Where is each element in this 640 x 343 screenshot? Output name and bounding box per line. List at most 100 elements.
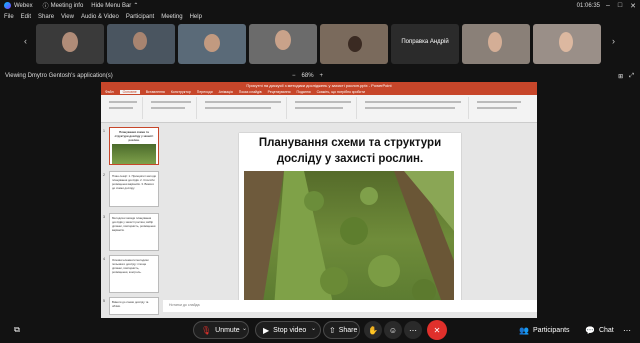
slide-number: 2: [103, 173, 105, 177]
fullscreen-icon[interactable]: ⤢: [629, 73, 634, 80]
more-panels-icon[interactable]: ⋯: [618, 321, 636, 339]
video-options-chevron-icon[interactable]: ⌄: [311, 325, 316, 332]
participant-video[interactable]: [249, 24, 317, 64]
ppt-tell-me[interactable]: Скажіть, що потрібно зробити: [317, 90, 365, 94]
participants-icon: 👥: [519, 325, 529, 335]
ppt-tab[interactable]: Показ слайдів: [239, 90, 262, 94]
more-options-icon[interactable]: ⋯: [404, 321, 422, 339]
slide-thumbnail[interactable]: Основні елементи методики польового досл…: [109, 255, 159, 293]
ribbon-control: [477, 101, 521, 103]
minimize-icon[interactable]: –: [606, 2, 610, 10]
chat-button[interactable]: 💬 Chat: [578, 321, 614, 339]
menu-participant[interactable]: Participant: [126, 14, 154, 24]
zoom-level[interactable]: 68%: [302, 73, 314, 79]
menu-edit[interactable]: Edit: [21, 14, 31, 24]
thumb-next-icon[interactable]: ›: [612, 36, 615, 46]
field-photo: [244, 171, 454, 308]
participant-face: [62, 32, 78, 52]
ppt-tab[interactable]: Переходи: [197, 90, 213, 94]
ribbon-control: [151, 101, 191, 103]
ppt-tab[interactable]: Анімація: [219, 90, 233, 94]
slide-thumbnail[interactable]: План лекції: 1. Принципи і методи планув…: [109, 171, 159, 207]
menu-audio-video[interactable]: Audio & Video: [81, 14, 119, 24]
menu-meeting[interactable]: Meeting: [161, 14, 182, 24]
ribbon-control: [109, 101, 137, 103]
reactions-icon[interactable]: ☺: [384, 321, 402, 339]
participant-face: [488, 32, 502, 52]
slide-notes[interactable]: Нотатки до слайда: [163, 300, 537, 312]
ribbon-control: [477, 107, 517, 109]
menu-bar: File Edit Share View Audio & Video Parti…: [0, 14, 640, 24]
menu-view[interactable]: View: [61, 14, 74, 24]
participant-video[interactable]: [36, 24, 104, 64]
share-button[interactable]: ⇧ Share: [323, 321, 360, 339]
end-call-icon[interactable]: ✕: [427, 320, 447, 340]
chevron-up-icon: ⌃: [133, 3, 139, 9]
participant-video[interactable]: [320, 24, 388, 64]
participant-video[interactable]: [178, 24, 246, 64]
meeting-info-button[interactable]: ⓘ Meeting info: [42, 1, 84, 11]
slide-thumbnails-panel: 1 Планування схеми та структури досліду …: [101, 123, 163, 318]
ribbon-control: [205, 101, 281, 103]
window-controls: – □ ✕: [606, 2, 636, 10]
slide-title: Планування схеми та структури досліду у …: [258, 137, 442, 165]
share-screen-icon: ⇧: [329, 325, 336, 335]
title-bar: Webex ⓘ Meeting info Hide Menu Bar ⌃ 01:…: [0, 0, 640, 11]
unmute-button[interactable]: 🎙 Unmute: [193, 321, 249, 339]
meeting-timer: 01:06:35: [576, 2, 600, 9]
current-slide[interactable]: Планування схеми та структури досліду у …: [239, 133, 461, 308]
maximize-icon[interactable]: □: [618, 2, 622, 10]
mic-muted-icon: 🎙: [201, 325, 212, 335]
zoom-in-icon[interactable]: +: [320, 73, 324, 79]
participant-strip: Поправка Андрій: [36, 24, 601, 64]
ppt-tab[interactable]: Конструктор: [171, 90, 191, 94]
audio-options-chevron-icon[interactable]: ⌄: [242, 325, 247, 332]
participant-video[interactable]: [462, 24, 530, 64]
share-view-bar: Viewing Dmytro Gentosh's application(s) …: [0, 70, 640, 82]
raise-hand-icon[interactable]: ✋: [364, 321, 382, 339]
participant-video[interactable]: [533, 24, 601, 64]
ppt-tab[interactable]: Рецензування: [268, 90, 291, 94]
menu-help[interactable]: Help: [190, 14, 202, 24]
hide-menu-bar-button[interactable]: Hide Menu Bar ⌃: [91, 2, 139, 10]
ppt-tab[interactable]: Файл: [105, 90, 114, 94]
chat-bubble-icon: 💬: [585, 325, 595, 335]
ribbon-control: [365, 101, 461, 103]
participant-face: [348, 36, 362, 52]
slide-thumbnail[interactable]: Методичні засади планування дослідів у з…: [109, 213, 159, 251]
app-name: Webex: [14, 2, 33, 9]
ribbon-control: [205, 107, 271, 109]
menu-share[interactable]: Share: [38, 14, 54, 24]
shared-application[interactable]: Присутні на дискусії з методики дослідже…: [101, 82, 537, 318]
participant-face: [559, 32, 573, 52]
participant-tile-named[interactable]: Поправка Андрій: [391, 24, 459, 64]
participant-face: [133, 32, 147, 50]
ppt-tab-active[interactable]: Основне: [119, 90, 140, 94]
slide-number: 1: [103, 129, 105, 133]
video-camera-icon: ▶: [263, 325, 270, 335]
slide-number: 3: [103, 215, 105, 219]
pin-icon[interactable]: ⊞: [618, 73, 623, 80]
captions-icon[interactable]: ⧉: [8, 321, 26, 339]
info-icon: ⓘ: [42, 4, 49, 10]
ppt-tab[interactable]: Вставлення: [146, 90, 165, 94]
webex-menu[interactable]: Webex: [4, 2, 33, 9]
close-icon[interactable]: ✕: [630, 2, 636, 10]
zoom-control: − 68% +: [292, 73, 323, 79]
ribbon-control: [295, 101, 351, 103]
ribbon-control: [365, 107, 455, 109]
slide-thumbnail[interactable]: Вимоги до схеми досліду та обліки.: [109, 297, 159, 315]
meeting-controls: ⧉ 🎙 Unmute ⌄ ▶ Stop video ⌄ ⇧ Share ✋ ☺ …: [0, 318, 640, 343]
menu-file[interactable]: File: [4, 14, 14, 24]
ppt-tab[interactable]: Подання: [297, 90, 311, 94]
slide-thumbnail-selected[interactable]: Планування схеми та структури досліду у …: [109, 127, 159, 165]
participants-button[interactable]: 👥 Participants: [512, 321, 572, 339]
slide-thumbnail-photo: [112, 144, 156, 164]
participant-video[interactable]: [107, 24, 175, 64]
ppt-title-bar: Присутні на дискусії з методики дослідже…: [101, 82, 537, 89]
webex-logo-icon: [4, 2, 11, 9]
zoom-out-icon[interactable]: −: [292, 73, 296, 79]
ppt-ribbon: [101, 95, 537, 123]
thumb-prev-icon[interactable]: ‹: [24, 36, 27, 46]
participant-name: Поправка Андрій: [401, 39, 449, 45]
